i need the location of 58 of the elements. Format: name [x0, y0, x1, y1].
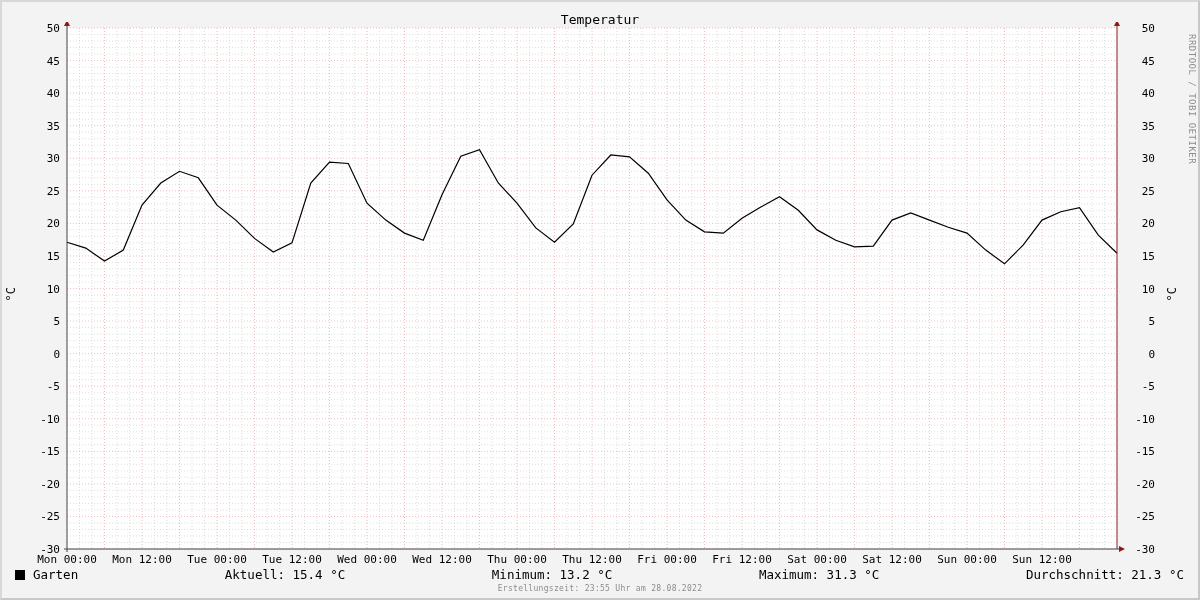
y-tick-label: 15 [46, 249, 60, 263]
y-tick-label: 45 [1141, 54, 1155, 68]
y-tick-label: 0 [53, 347, 60, 361]
y-tick-label: 50 [1141, 22, 1155, 35]
y-tick-label: 40 [1141, 87, 1155, 101]
y-tick-label: -25 [40, 510, 60, 524]
axis-label: °C [3, 287, 19, 302]
x-tick-label: Thu 12:00 [562, 553, 622, 566]
x-tick-label: Wed 00:00 [337, 553, 397, 566]
y-tick-label: -20 [1135, 477, 1155, 491]
x-tick-label: Mon 00:00 [37, 553, 97, 566]
y-tick-label: -15 [1135, 445, 1155, 459]
y-tick-label: -5 [46, 380, 60, 394]
legend-statistic: Durchschnitt: 21.3 °C [1025, 565, 1184, 584]
x-tick-label: Sun 00:00 [937, 553, 997, 566]
x-tick-label: Thu 00:00 [487, 553, 547, 566]
x-tick-label: Sat 00:00 [787, 553, 847, 566]
y-tick-label: 20 [46, 217, 60, 231]
footer-text: Erstellungszeit: 23:55 Uhr am 28.08.2022 [497, 584, 703, 593]
y-tick-label: 35 [46, 119, 60, 133]
y-tick-label: -5 [1141, 380, 1155, 394]
x-tick-label: Wed 12:00 [412, 553, 472, 566]
x-tick-label: Tue 00:00 [187, 553, 247, 566]
y-tick-label: 45 [46, 54, 60, 68]
y-tick-label: -15 [40, 445, 60, 459]
legend-statistic: Aktuell: 15.4 °C [224, 565, 346, 584]
y-tick-label: 10 [46, 282, 60, 296]
y-tick-label: 20 [1141, 217, 1155, 231]
legend-label: Garten [33, 565, 79, 584]
y-tick-label: 25 [1141, 184, 1155, 198]
y-tick-label: -30 [40, 543, 60, 556]
legend-statistic: Maximum: 31.3 °C [758, 565, 880, 584]
x-tick-label: Mon 12:00 [112, 553, 172, 566]
axis-label: °C [1163, 287, 1180, 302]
x-tick-label: Tue 12:00 [262, 553, 322, 566]
legend-statistic: Minimum: 13.2 °C [491, 565, 613, 584]
x-tick-label: Fri 12:00 [712, 553, 772, 566]
y-tick-label: 40 [46, 87, 60, 101]
y-tick-label: 0 [1148, 347, 1155, 361]
y-tick-label: 35 [1141, 119, 1155, 133]
y-tick-label: -10 [40, 412, 60, 426]
x-tick-label: Sun 12:00 [1012, 553, 1072, 566]
credit-text: RRDTOOL / TOBI OETIKER [1185, 34, 1198, 165]
y-tick-label: 30 [46, 152, 60, 166]
y-tick-label: -10 [1135, 412, 1155, 426]
y-tick-label: 5 [1148, 315, 1155, 329]
y-tick-label: -25 [1135, 510, 1155, 524]
y-tick-label: 10 [1141, 282, 1155, 296]
x-tick-label: Sat 12:00 [862, 553, 922, 566]
y-tick-label: 30 [1141, 152, 1155, 166]
y-tick-label: 15 [1141, 249, 1155, 263]
y-tick-label: 5 [53, 315, 60, 329]
x-tick-label: Fri 00:00 [637, 553, 697, 566]
y-tick-label: -30 [1135, 543, 1155, 556]
chart-title: Temperatur [560, 12, 640, 27]
y-tick-label: -20 [40, 477, 60, 491]
y-tick-label: 25 [46, 184, 60, 198]
y-tick-label: 50 [46, 22, 60, 35]
